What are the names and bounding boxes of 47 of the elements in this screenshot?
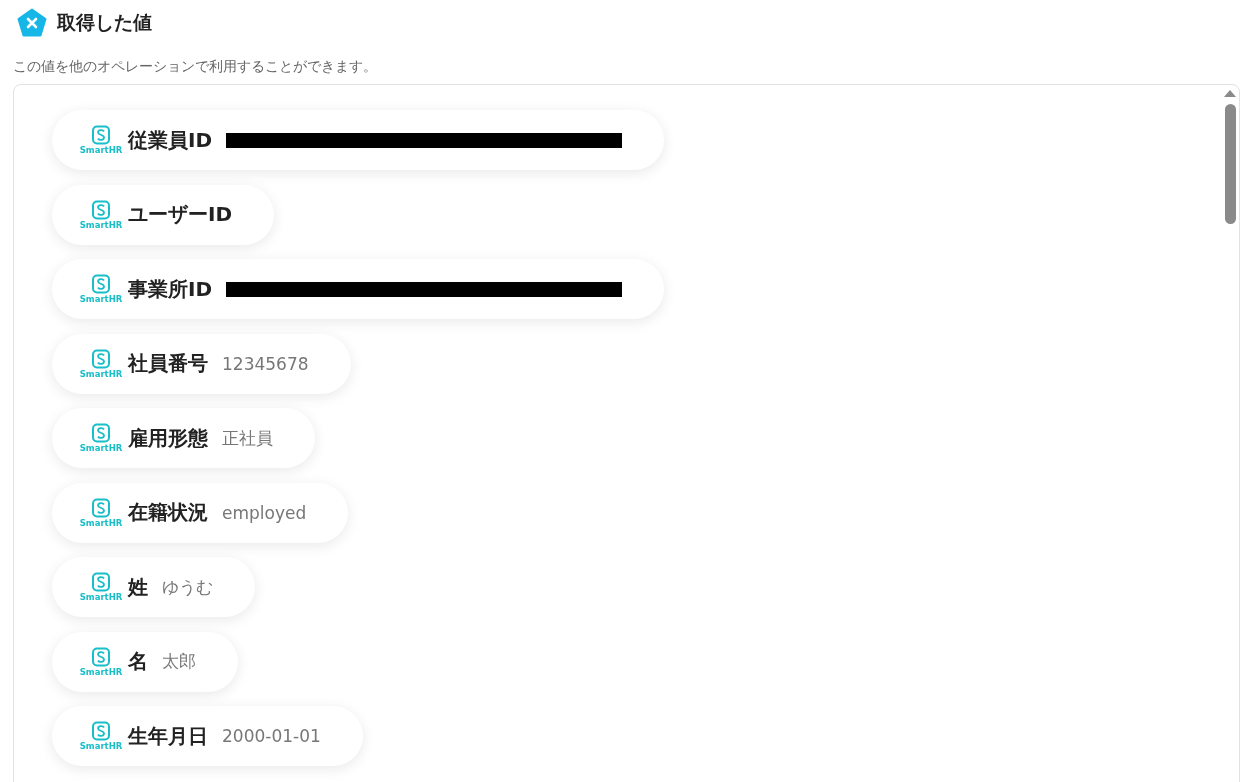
app-logo-icon	[91, 572, 111, 592]
value-label: 事業所ID	[128, 275, 213, 303]
value-label: 姓	[128, 573, 148, 601]
app-logo-icon	[91, 199, 111, 220]
app-name: SmartHR	[79, 666, 123, 677]
value-chip[interactable]: SmartHR 雇用形態 正社員	[52, 408, 315, 468]
app-logo-icon	[91, 423, 111, 443]
value-label: ユーザーID	[128, 201, 233, 228]
value-text: 太郎	[162, 650, 196, 673]
app-name: SmartHR	[79, 443, 123, 453]
pentagon-logo-icon	[17, 8, 47, 38]
app-name: SmartHR	[79, 368, 123, 379]
value-chip[interactable]: SmartHR 社員番号 12345678	[52, 333, 351, 394]
value-label: 生年月日	[128, 722, 208, 750]
value-chip[interactable]: SmartHR 生年月日 2000-01-01	[52, 706, 363, 766]
section-description: この値を他のオペレーションで利用することができます。	[13, 58, 377, 74]
app-logo-icon	[91, 348, 111, 369]
value-text: 正社員	[222, 426, 273, 450]
value-chip[interactable]: SmartHR 従業員ID	[52, 110, 665, 170]
value-text: 2000-01-01	[222, 726, 321, 746]
value-chip[interactable]: SmartHR 在籍状況 employed	[52, 482, 349, 543]
app-name: SmartHR	[79, 294, 123, 304]
app-logo-icon	[91, 646, 111, 667]
value-label: 名	[128, 648, 148, 675]
app-name: SmartHR	[79, 145, 123, 155]
value-label: 社員番号	[128, 350, 208, 377]
value-label: 従業員ID	[128, 126, 213, 154]
app-name: SmartHR	[79, 517, 123, 528]
app-logo-icon	[91, 721, 111, 741]
app-name: SmartHR	[79, 741, 123, 751]
value-chip[interactable]: SmartHR ユーザーID	[52, 184, 275, 245]
scroll-up-icon[interactable]	[1224, 89, 1236, 97]
app-logo-icon	[91, 274, 111, 294]
value-chip[interactable]: SmartHR 事業所ID	[52, 259, 665, 319]
value-text: employed	[222, 502, 307, 523]
value-label: 在籍状況	[128, 499, 208, 526]
section-title: 取得した値	[57, 10, 152, 35]
value-text: 12345678	[222, 353, 309, 374]
value-label: 雇用形態	[128, 424, 208, 452]
app-name: SmartHR	[79, 219, 123, 230]
value-chip[interactable]: SmartHR 名 太郎	[52, 631, 238, 692]
value-chip[interactable]: SmartHR 姓 ゆうむ	[52, 557, 255, 617]
scrollbar-thumb[interactable]	[1224, 104, 1236, 224]
app-name: SmartHR	[79, 592, 123, 602]
app-logo-icon	[91, 125, 111, 145]
value-text: ゆうむ	[162, 575, 213, 599]
app-logo-icon	[91, 497, 111, 518]
